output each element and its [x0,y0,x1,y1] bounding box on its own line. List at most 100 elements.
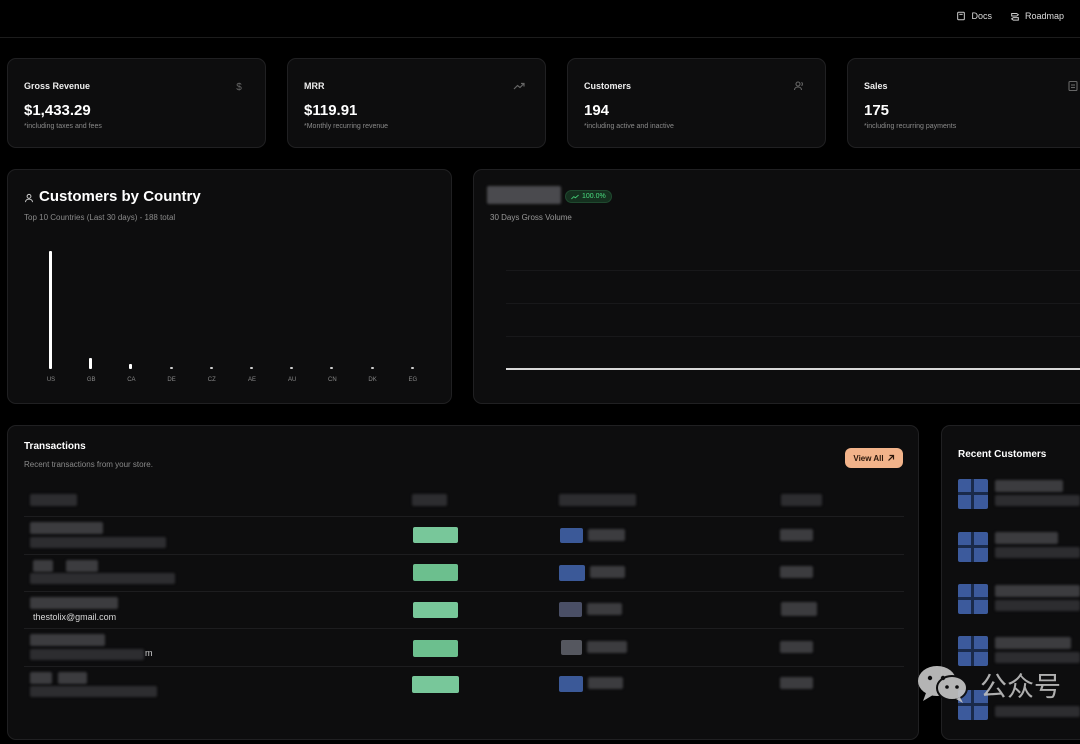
country-tick-label: US [46,377,56,383]
trending-up-icon [513,79,525,91]
grid-line [506,303,1080,304]
product-thumb [560,528,583,543]
country-bar-eg [410,367,414,369]
redacted-name [995,532,1058,544]
redacted-name [30,634,105,646]
header-cell [781,494,822,506]
country-tick-label: GB [86,377,96,383]
arrow-up-right-icon [887,454,894,461]
redacted-email [995,652,1080,663]
stat-value: $1,433.29 [24,102,91,119]
stat-note: *including taxes and fees [24,123,102,130]
growth-badge: 100.0% [565,190,612,203]
top-nav: Docs Roadmap [956,11,1064,21]
product-thumb [559,565,585,581]
docs-label: Docs [971,11,992,21]
redacted-amount [780,677,813,689]
grid-line [506,270,1080,271]
redacted-name [66,560,98,572]
stat-label: MRR [304,81,325,91]
country-bar-chart: US GB CA DE CZ AE AU CN DK EG [8,170,453,405]
status-badge [413,640,458,657]
country-tick-label: DE [167,377,176,383]
row-divider [24,628,904,629]
avatar [958,584,988,614]
wechat-watermark: 公众号 [916,664,1061,704]
country-tick-label: DK [368,377,377,383]
customers-by-country-panel: Customers by Country Top 10 Countries (L… [7,169,452,404]
product-thumb [559,676,583,692]
avatar [958,636,988,666]
redacted-amount [780,641,813,653]
users-icon [793,79,805,91]
country-bar-gb [89,358,93,369]
redacted-amount [780,566,813,578]
redacted-amount [780,529,813,541]
country-tick-label: AE [247,377,256,383]
redacted-name [33,560,53,572]
row-divider [24,516,904,517]
status-badge [413,564,458,581]
stat-note: *including recurring payments [864,123,957,130]
top-bar: Docs Roadmap [0,0,1080,38]
status-badge [413,527,458,543]
roadmap-link[interactable]: Roadmap [1010,11,1064,21]
stat-label: Customers [584,81,632,91]
country-bar-cn [330,367,334,369]
country-bar-ca [129,364,133,369]
redacted-email [30,686,157,697]
redacted-amount [781,602,817,616]
trending-up-icon [571,194,579,199]
dollar-icon: $ [233,79,245,93]
view-all-label: View All [853,453,884,463]
redacted-email [995,547,1080,558]
status-badge [413,602,458,618]
redacted-name [58,672,87,684]
country-bar-de [169,367,173,369]
redacted-volume-value [487,186,561,204]
country-tick-label: EG [408,377,418,383]
redacted-name [995,585,1080,597]
redacted-name [30,522,103,534]
country-tick-label: CA [127,377,136,383]
country-bar-cz [209,367,213,369]
redacted-email [995,600,1080,611]
roadmap-label: Roadmap [1024,11,1064,21]
transactions-subtitle: Recent transactions from your store. [24,460,153,469]
redacted-name [30,597,118,609]
redacted-name [30,672,52,684]
header-cell [559,494,636,506]
country-bar-ae [250,367,253,369]
redacted-email [30,573,175,584]
country-bar-dk [370,367,374,369]
view-all-button[interactable]: View All [845,448,903,468]
stat-note: *including active and inactive [584,123,674,130]
stat-value: 175 [864,102,890,119]
avatar [958,532,988,562]
book-icon [957,11,966,21]
redacted-name [995,480,1063,492]
country-bar-us [49,251,52,369]
redacted-product [588,529,625,541]
svg-text:$: $ [236,82,242,92]
wechat-icon [918,666,968,703]
redacted-email [995,495,1080,506]
volume-line [506,368,1080,370]
header-cell [412,494,447,506]
gross-revenue-card: Gross Revenue $1,433.29 *including taxes… [7,58,266,148]
row-divider [24,666,904,667]
redacted-product [590,566,625,578]
mrr-card: MRR $119.91 *Monthly recurring revenue [287,58,546,148]
docs-link[interactable]: Docs [956,11,992,21]
roadmap-icon [1010,13,1020,21]
receipt-icon [1067,79,1079,92]
country-tick-label: CZ [207,377,216,383]
growth-badge-value: 100.0% [582,193,606,200]
redacted-email [995,706,1080,717]
stat-value: $119.91 [304,102,358,119]
product-thumb [561,640,582,655]
avatar [958,479,988,509]
grid-line [506,336,1080,337]
redacted-email [30,649,144,660]
country-tick-label: AU [288,377,297,383]
